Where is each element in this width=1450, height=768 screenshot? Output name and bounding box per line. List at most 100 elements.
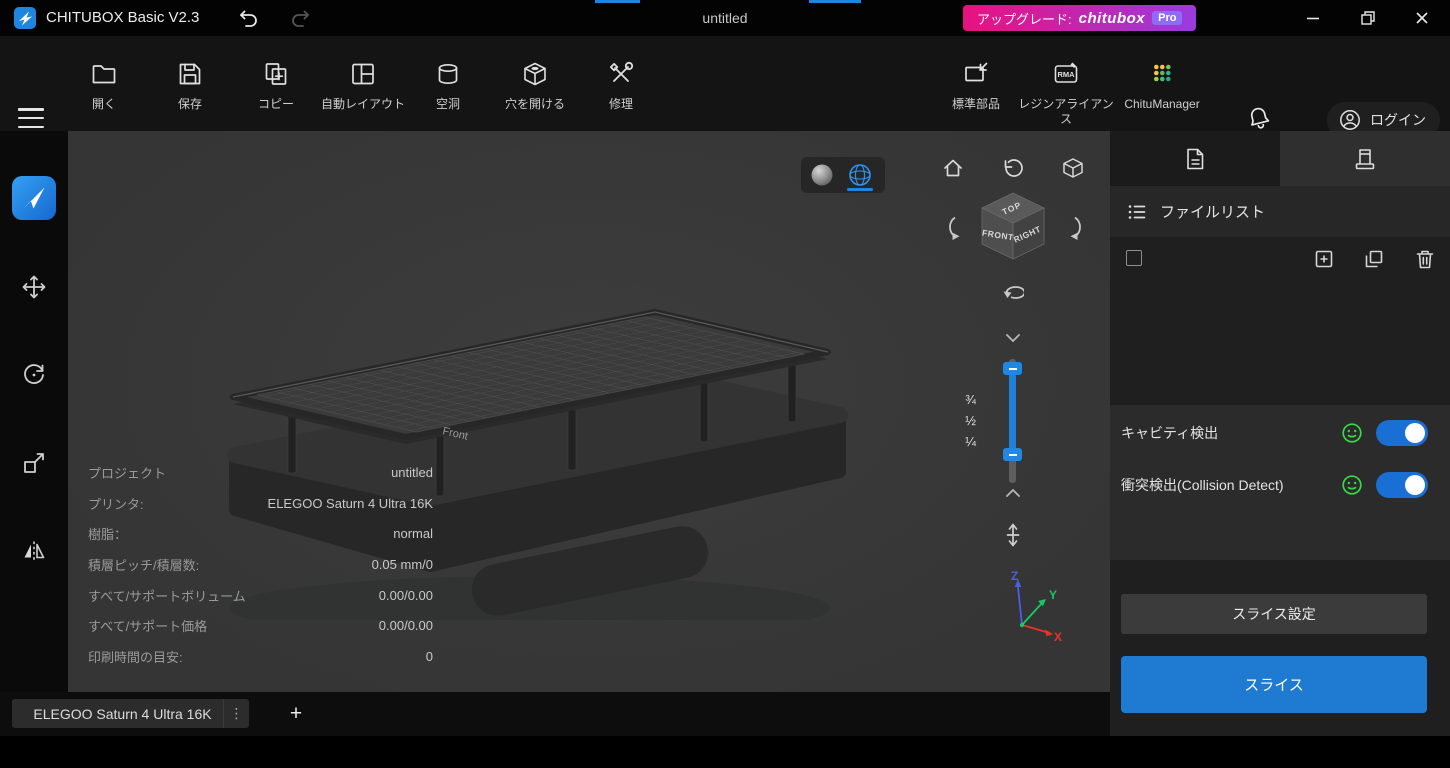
svg-text:RMA: RMA bbox=[1057, 70, 1075, 79]
printer-tab-icon bbox=[1352, 146, 1378, 172]
cavity-detect-toggle[interactable] bbox=[1376, 420, 1428, 446]
printer-selector-button[interactable]: ELEGOO Saturn 4 Ultra 16K ⋮ bbox=[12, 699, 249, 728]
printer-menu-kebab-icon[interactable]: ⋮ bbox=[223, 699, 249, 728]
info-label: プリンタ: bbox=[88, 496, 144, 512]
add-file-icon[interactable] bbox=[1313, 248, 1335, 270]
info-label: すべて/サポート価格 bbox=[88, 619, 208, 635]
toolbar-label: ChituManager bbox=[1124, 97, 1200, 111]
info-label: 印刷時間の目安: bbox=[88, 649, 183, 665]
standard-parts-icon bbox=[962, 60, 990, 88]
collision-detect-row: 衝突検出(Collision Detect) bbox=[1110, 472, 1450, 498]
toolbar-resin-alliance-button[interactable]: RMA レジンアライアンス bbox=[1018, 60, 1114, 127]
app-title: CHITUBOX Basic V2.3 bbox=[46, 9, 200, 26]
menu-icon[interactable] bbox=[18, 108, 44, 128]
file-list-tab-icon bbox=[1182, 146, 1208, 172]
undo-button[interactable] bbox=[233, 6, 261, 30]
chitubox-window: CHITUBOX Basic V2.3 untitled アップグレード: ch… bbox=[0, 0, 1450, 768]
main-toolbar: 開く 保存 コピー 自動レイアウト 空洞 穴を開ける 修理 標準部品 RMA レ… bbox=[0, 36, 1450, 138]
titlebar: CHITUBOX Basic V2.3 untitled アップグレード: ch… bbox=[0, 0, 1450, 36]
info-label: 樹脂： bbox=[88, 527, 128, 543]
collision-detect-toggle[interactable] bbox=[1376, 472, 1428, 498]
file-list-header: ファイルリスト bbox=[1110, 186, 1450, 237]
slice-settings-button[interactable]: スライス設定 bbox=[1121, 594, 1427, 634]
toolbar-repair-button[interactable]: 修理 bbox=[607, 60, 635, 112]
flip-clip-direction-icon[interactable] bbox=[1001, 523, 1025, 547]
file-list-title: ファイルリスト bbox=[1160, 204, 1266, 221]
redo-button[interactable] bbox=[288, 6, 316, 30]
fraction-three-quarters: ¾ bbox=[965, 392, 976, 407]
close-button[interactable] bbox=[1399, 0, 1445, 36]
toolbar-chitumanager-button[interactable]: ChituManager bbox=[1124, 60, 1200, 112]
info-value: ELEGOO Saturn 4 Ultra 16K bbox=[267, 495, 433, 511]
clip-slider-upper-handle[interactable] bbox=[1003, 362, 1022, 375]
select-all-checkbox[interactable] bbox=[1126, 250, 1142, 266]
select-tool-button[interactable] bbox=[12, 176, 56, 220]
info-value: 0 bbox=[425, 648, 433, 664]
tab-file-list[interactable] bbox=[1110, 131, 1280, 186]
viewport-3d[interactable]: Front プロジェクト untitled プリンタ: ELEGOO Saturn … bbox=[68, 131, 1110, 692]
toolbar-open-button[interactable]: 開く bbox=[90, 60, 118, 112]
login-label: ログイン bbox=[1370, 112, 1426, 128]
clip-fraction-labels: ¾ ½ ¼ bbox=[938, 389, 976, 452]
clip-chevron-top-icon[interactable] bbox=[1003, 330, 1023, 346]
hollow-icon bbox=[434, 60, 462, 88]
toolbar-standard-parts-button[interactable]: 標準部品 bbox=[952, 60, 1000, 112]
rotate-right-arrow-icon[interactable] bbox=[1068, 215, 1092, 240]
info-row: プロジェクト untitled bbox=[88, 457, 433, 488]
perspective-cube-icon[interactable] bbox=[1061, 156, 1085, 180]
repair-icon bbox=[607, 60, 635, 88]
mirror-tool-button[interactable] bbox=[12, 529, 56, 573]
tab-printer[interactable] bbox=[1280, 131, 1450, 186]
toolbar-save-button[interactable]: 保存 bbox=[176, 60, 204, 112]
toolbar-dig-hole-button[interactable]: 穴を開ける bbox=[505, 60, 565, 112]
duplicate-plate-icon[interactable] bbox=[1363, 248, 1385, 270]
collision-ok-smiley-icon bbox=[1341, 474, 1363, 496]
select-cursor-icon bbox=[20, 184, 48, 212]
clip-chevron-bottom-icon[interactable] bbox=[1003, 485, 1023, 501]
axis-x-label: X bbox=[1054, 630, 1062, 644]
collision-detect-label: 衝突検出(Collision Detect) bbox=[1121, 477, 1284, 493]
slice-button[interactable]: スライス bbox=[1121, 656, 1427, 713]
dig-hole-icon bbox=[521, 60, 549, 88]
trash-icon[interactable] bbox=[1414, 248, 1436, 270]
wireframe-render-icon[interactable] bbox=[848, 163, 872, 187]
add-plate-button[interactable]: + bbox=[283, 700, 309, 728]
detection-section: キャビティ検出 衝突検出(Collision Detect) bbox=[1110, 405, 1450, 560]
axis-z-label: Z bbox=[1011, 569, 1018, 583]
rotate-icon bbox=[21, 362, 47, 388]
reset-view-icon[interactable] bbox=[1000, 156, 1024, 180]
toolbar-auto-layout-button[interactable]: 自動レイアウト bbox=[321, 60, 405, 112]
list-icon bbox=[1126, 201, 1148, 223]
rotate-roll-arrow-icon[interactable] bbox=[1000, 277, 1024, 301]
info-row: すべて/サポート価格 0.00/0.00 bbox=[88, 610, 433, 641]
toolbar-label: 標準部品 bbox=[951, 97, 1001, 111]
toolbar-label: レジンアライアンス bbox=[1018, 97, 1114, 126]
info-value: 0.00/0.00 bbox=[378, 618, 433, 634]
open-folder-icon bbox=[90, 60, 118, 88]
project-info: プロジェクト untitled プリンタ: ELEGOO Saturn 4 Ultr… bbox=[88, 457, 433, 672]
info-row: 積層ピッチ/積層数: 0.05 mm/0 bbox=[88, 549, 433, 580]
home-view-icon[interactable] bbox=[941, 156, 965, 180]
toolbar-copy-button[interactable]: コピー bbox=[258, 60, 294, 112]
move-tool-button[interactable] bbox=[12, 265, 56, 309]
cavity-detect-row: キャビティ検出 bbox=[1110, 420, 1450, 446]
document-title: untitled bbox=[702, 10, 748, 26]
avatar-icon bbox=[1338, 108, 1362, 132]
toolbar-label: 開く bbox=[91, 97, 116, 111]
move-icon bbox=[21, 274, 47, 300]
rotate-tool-button[interactable] bbox=[12, 353, 56, 397]
scale-tool-button[interactable] bbox=[12, 441, 56, 485]
info-label: プロジェクト bbox=[88, 465, 167, 481]
upgrade-button[interactable]: アップグレード: chitubox Pro bbox=[963, 5, 1197, 31]
navigation-cube[interactable]: TOP FRONT RIGHT bbox=[971, 186, 1055, 270]
toolbar-hollow-button[interactable]: 空洞 bbox=[434, 60, 462, 112]
app-logo bbox=[14, 7, 36, 29]
notifications-bell-icon[interactable] bbox=[1245, 104, 1273, 132]
clip-slider-lower-handle[interactable] bbox=[1003, 448, 1022, 461]
solid-render-icon[interactable] bbox=[810, 163, 834, 187]
cavity-detect-label: キャビティ検出 bbox=[1121, 425, 1219, 441]
minimize-button[interactable] bbox=[1290, 0, 1336, 36]
restore-button[interactable] bbox=[1345, 0, 1391, 36]
rotate-left-arrow-icon[interactable] bbox=[936, 215, 960, 240]
file-list-toolbar bbox=[1110, 237, 1450, 281]
